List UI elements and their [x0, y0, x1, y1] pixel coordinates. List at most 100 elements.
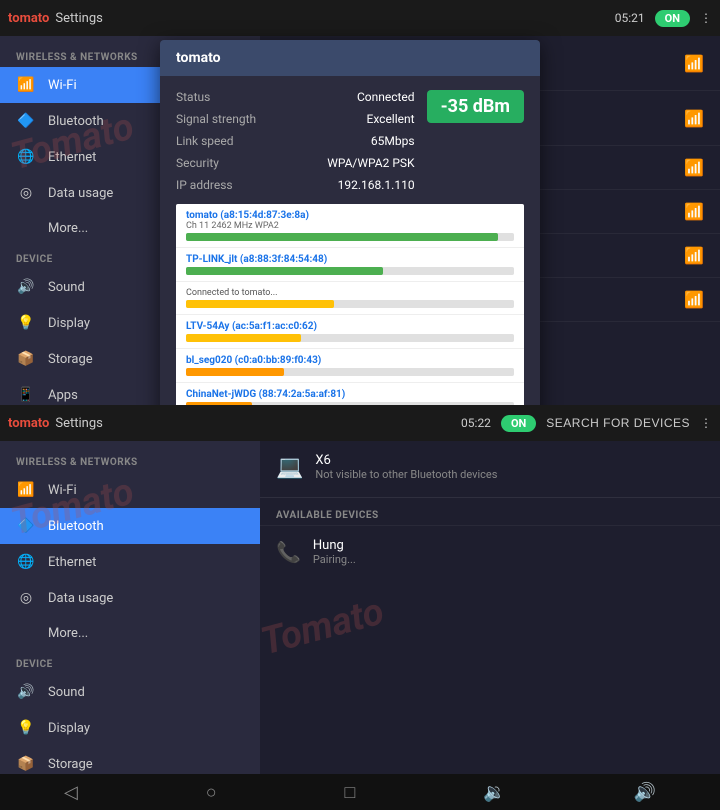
apps-icon-top: 📱 — [16, 387, 36, 403]
dialog-body: Status Connected Signal strength Excelle… — [160, 76, 540, 405]
toggle-bottom[interactable]: ON — [501, 415, 536, 432]
scan-name-shannon: Connected to tomato... — [186, 288, 514, 298]
scan-bar-blseg — [186, 368, 284, 376]
sidebar-item-more-bottom[interactable]: More... — [0, 616, 260, 651]
scan-bar-container-tplink — [186, 267, 514, 275]
paired-device-hung[interactable]: 📞 Hung Pairing... — [260, 525, 720, 578]
display-icon-bottom: 💡 — [16, 720, 36, 736]
wifi-label-bottom: Wi-Fi — [48, 483, 77, 498]
dialog-row-linkspeed: Link speed 65Mbps — [176, 130, 415, 152]
scan-item-shannon[interactable]: Connected to tomato... — [176, 282, 524, 315]
topbar-left: tomato Settings — [8, 11, 103, 26]
ip-label: IP address — [176, 178, 233, 192]
bluetooth-icon-top: 🔷 — [16, 113, 36, 129]
scan-bar-container-blseg — [186, 368, 514, 376]
dialog-title: tomato — [176, 50, 524, 66]
bottom-topbar-left: tomato Settings — [8, 416, 103, 431]
bluetooth-label-bottom: Bluetooth — [48, 519, 104, 534]
datausage-label-top: Data usage — [48, 186, 113, 201]
scan-name-blseg: bl_seg020 (c0:a0:bb:89:f0:43) — [186, 355, 514, 366]
scan-name-tplink: TP-LINK_jlt (a8:88:3f:84:54:48) — [186, 254, 514, 265]
app-logo-top: tomato — [8, 11, 49, 26]
vol-down-button[interactable]: 🔉 — [483, 782, 505, 803]
wireless-label-bottom: WIRELESS & NETWORKS — [0, 449, 260, 472]
ethernet-icon-bottom: 🌐 — [16, 554, 36, 570]
datausage-icon-bottom: ◎ — [16, 590, 36, 606]
scan-bar-shannon — [186, 300, 334, 308]
sound-label-top: Sound — [48, 280, 85, 295]
more-label-top: More... — [48, 221, 88, 236]
scan-item-tomato[interactable]: tomato (a8:15:4d:87:3e:8a) Ch 11 2462 MH… — [176, 204, 524, 248]
scan-item-blseg[interactable]: bl_seg020 (c0:a0:bb:89:f0:43) — [176, 349, 524, 383]
laptop-icon: 💻 — [276, 455, 303, 480]
wifi-dialog: tomato Status Connected Signal strength … — [160, 40, 540, 405]
app-logo-bottom: tomato — [8, 416, 49, 431]
network-4-signal: 📶 — [684, 202, 704, 221]
bottom-topbar-right: 05:22 ON SEARCH FOR DEVICES ⋮ — [461, 415, 712, 432]
scan-bar-tomato — [186, 233, 498, 241]
signal-label: Signal strength — [176, 112, 256, 126]
sidebar-item-display-bottom[interactable]: 💡 Display — [0, 710, 260, 746]
sidebar-item-ethernet-bottom[interactable]: 🌐 Ethernet — [0, 544, 260, 580]
datausage-icon-top: ◎ — [16, 185, 36, 201]
linkspeed-value: 65Mbps — [371, 134, 415, 148]
time-bottom: 05:22 — [461, 416, 491, 430]
storage-icon-top: 📦 — [16, 351, 36, 367]
dialog-row-security: Security WPA/WPA2 PSK — [176, 152, 415, 174]
datausage-label-bottom: Data usage — [48, 591, 113, 606]
apps-label-top: Apps — [48, 388, 78, 403]
menu-icon-bottom[interactable]: ⋮ — [700, 416, 712, 430]
my-device: 💻 X6 Not visible to other Bluetooth devi… — [260, 441, 720, 493]
scan-item-chinanet[interactable]: ChinaNet-jWDG (88:74:2a:5a:af:81) — [176, 383, 524, 405]
status-value: Connected — [357, 90, 415, 104]
storage-label-bottom: Storage — [48, 757, 93, 772]
bluetooth-content-area: 💻 X6 Not visible to other Bluetooth devi… — [260, 441, 720, 774]
storage-label-top: Storage — [48, 352, 93, 367]
back-button[interactable]: ◁ — [64, 782, 78, 803]
bottom-main-content: WIRELESS & NETWORKS 📶 Wi-Fi 🔷 Bluetooth … — [0, 441, 720, 774]
bottom-panel: Tomato Tomato tomato Settings 05:22 ON S… — [0, 405, 720, 810]
ip-value: 192.168.1.110 — [338, 178, 415, 192]
dialog-row-signal: Signal strength Excellent — [176, 108, 415, 130]
search-devices-button[interactable]: SEARCH FOR DEVICES — [546, 416, 690, 430]
linkspeed-label: Link speed — [176, 134, 234, 148]
security-label: Security — [176, 156, 219, 170]
available-devices-label: AVAILABLE DEVICES — [260, 502, 720, 525]
paired-device-info: Hung Pairing... — [313, 538, 356, 566]
more-label-bottom: More... — [48, 626, 88, 641]
toggle-top[interactable]: ON — [655, 10, 690, 27]
dialog-row-status: Status Connected — [176, 86, 415, 108]
divider-1 — [260, 497, 720, 498]
paired-device-status: Pairing... — [313, 553, 356, 566]
display-label-bottom: Display — [48, 721, 90, 736]
dialog-header: tomato — [160, 40, 540, 76]
sound-icon-top: 🔊 — [16, 279, 36, 295]
topbar-right: 05:21 ON ⋮ — [615, 10, 712, 27]
vol-up-button[interactable]: 🔊 — [634, 782, 656, 803]
signal-badge: -35 dBm — [427, 90, 524, 123]
sidebar-item-bluetooth-bottom[interactable]: 🔷 Bluetooth — [0, 508, 260, 544]
recent-button[interactable]: □ — [344, 782, 355, 803]
scan-list: tomato (a8:15:4d:87:3e:8a) Ch 11 2462 MH… — [176, 204, 524, 405]
status-label: Status — [176, 90, 210, 104]
network-tomato-signal: 📶 — [684, 54, 704, 73]
scan-bar-ltv — [186, 334, 301, 342]
scan-name-tomato: tomato (a8:15:4d:87:3e:8a) — [186, 210, 514, 221]
scan-detail-tomato: Ch 11 2462 MHz WPA2 — [186, 221, 514, 231]
menu-icon-top[interactable]: ⋮ — [700, 11, 712, 25]
scan-bar-container-ltv — [186, 334, 514, 342]
ethernet-label-top: Ethernet — [48, 150, 96, 165]
sidebar-item-sound-bottom[interactable]: 🔊 Sound — [0, 674, 260, 710]
storage-icon-bottom: 📦 — [16, 756, 36, 772]
scan-item-ltv[interactable]: LTV-54Ay (ac:5a:f1:ac:c0:62) — [176, 315, 524, 349]
scan-bar-container-shannon — [186, 300, 514, 308]
sidebar-item-wifi-bottom[interactable]: 📶 Wi-Fi — [0, 472, 260, 508]
sidebar-item-datausage-bottom[interactable]: ◎ Data usage — [0, 580, 260, 616]
scan-bar-chinanet — [186, 402, 252, 405]
scan-item-tplink[interactable]: TP-LINK_jlt (a8:88:3f:84:54:48) — [176, 248, 524, 282]
network-6-signal: 📶 — [684, 290, 704, 309]
bluetooth-label-top: Bluetooth — [48, 114, 104, 129]
security-value: WPA/WPA2 PSK — [327, 156, 414, 170]
wifi-icon-top: 📶 — [16, 77, 36, 93]
home-button[interactable]: ○ — [206, 782, 217, 803]
